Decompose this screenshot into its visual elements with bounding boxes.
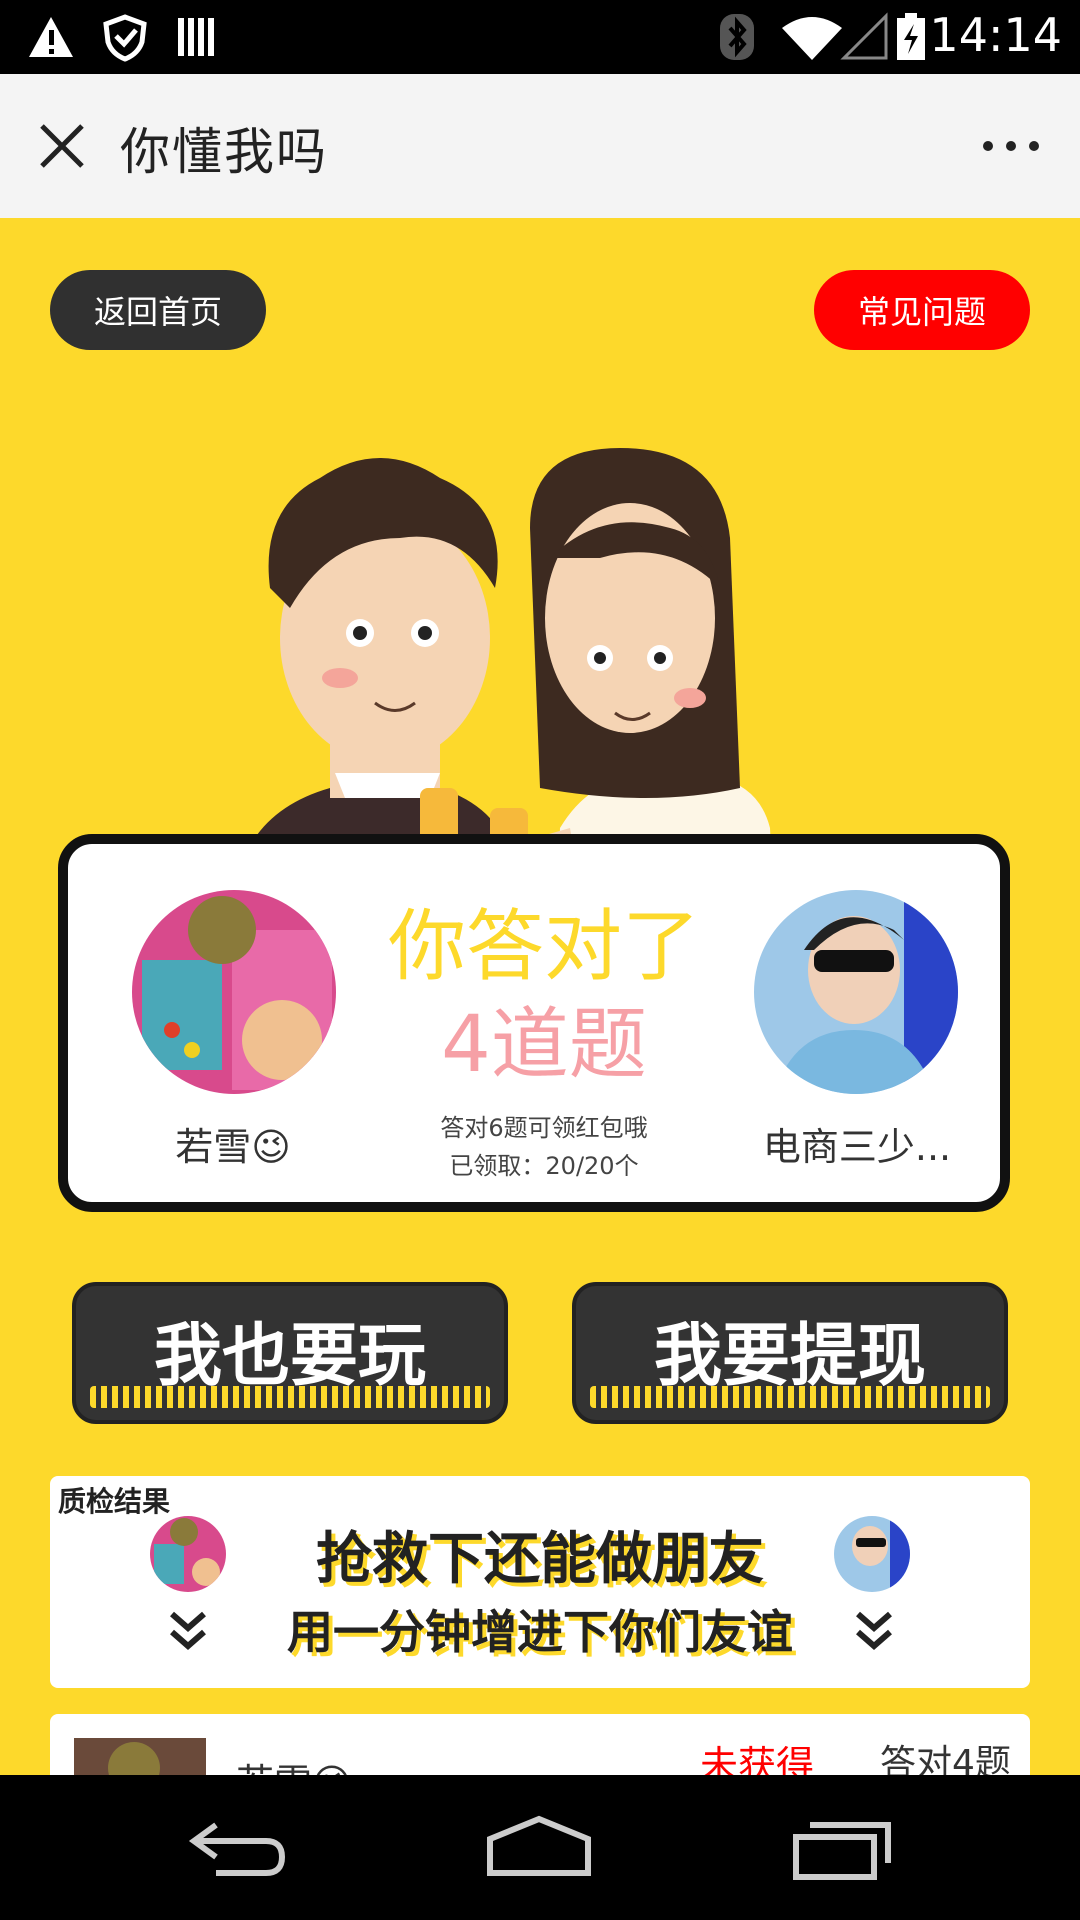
list-item[interactable]: 若雪😉 未获得 答对4题 xyxy=(50,1714,1030,1775)
page-title: 你懂我吗 xyxy=(120,123,328,181)
result-card: 若雪😉 电商三少... 你答对了 4道题 答对6题可领红包哦 已领取：20/20… xyxy=(58,834,1010,1212)
back-icon[interactable] xyxy=(186,1813,290,1883)
quality-check-card: 质检结果 抢救下还能做朋友 用一分钟增进下你们友谊 xyxy=(50,1476,1030,1688)
bluetooth-icon xyxy=(720,14,754,60)
main-content: 返回首页 常见问题 若雪😉 电商三少... 你答对了 4道题 答对6题可领红包哦… xyxy=(0,218,1080,1775)
recents-icon[interactable] xyxy=(790,1813,894,1883)
avatar-right xyxy=(754,890,958,1094)
play-too-button[interactable]: 我也要玩 xyxy=(72,1282,508,1424)
status-bar: 14:14 xyxy=(0,0,1080,74)
list-item-score: 答对4题 xyxy=(880,1743,1011,1775)
list-item-name: 若雪😉 xyxy=(236,1752,352,1775)
warning-icon xyxy=(29,17,73,57)
shield-icon xyxy=(103,14,147,62)
barcode-icon xyxy=(178,18,214,56)
play-too-label: 我也要玩 xyxy=(153,1317,426,1396)
avatar-left xyxy=(132,890,336,1094)
reward-rule: 答对6题可领红包哦 xyxy=(440,1114,648,1142)
button-stripe xyxy=(90,1386,490,1408)
quality-check-line-1: 抢救下还能做朋友 xyxy=(316,1527,764,1592)
reward-claimed: 已领取：20/20个 xyxy=(449,1152,639,1180)
withdraw-label: 我要提现 xyxy=(653,1317,926,1396)
list-item-avatar xyxy=(74,1738,206,1775)
clock: 14:14 xyxy=(929,8,1062,62)
result-headline: 你答对了 xyxy=(387,902,700,992)
faq-button[interactable]: 常见问题 xyxy=(814,270,1030,350)
double-chevron-down-icon xyxy=(170,1611,206,1650)
signal-icon xyxy=(840,12,888,60)
double-chevron-down-icon xyxy=(856,1611,892,1650)
more-icon[interactable] xyxy=(976,118,1046,174)
title-bar: 你懂我吗 xyxy=(0,74,1080,218)
battery-charging-icon xyxy=(897,13,925,60)
player-name-left: 若雪😉 xyxy=(175,1125,291,1169)
navigation-bar xyxy=(0,1775,1080,1920)
withdraw-button[interactable]: 我要提现 xyxy=(572,1282,1008,1424)
list-item-status: 未获得 xyxy=(700,1743,815,1775)
close-icon[interactable] xyxy=(34,118,90,174)
home-icon[interactable] xyxy=(484,1813,594,1883)
player-name-right: 电商三少... xyxy=(762,1125,952,1169)
back-home-button[interactable]: 返回首页 xyxy=(50,270,266,350)
result-score: 4道题 xyxy=(441,1000,647,1090)
button-stripe xyxy=(590,1386,990,1408)
